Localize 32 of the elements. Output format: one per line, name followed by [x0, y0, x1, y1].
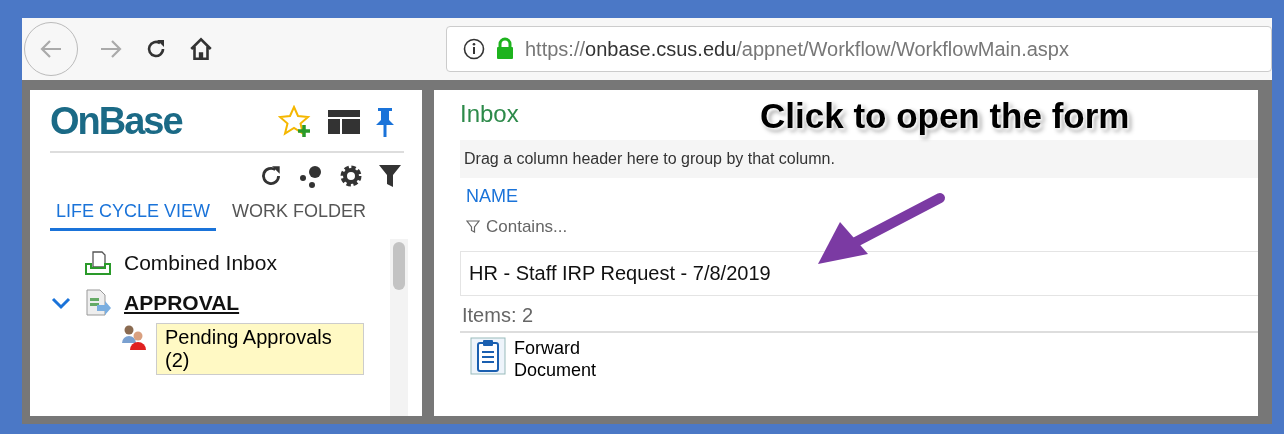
- scrollbar-thumb[interactable]: [393, 242, 405, 290]
- filter-field[interactable]: Contains...: [460, 211, 1258, 243]
- items-count: Items: 2: [461, 303, 535, 328]
- info-icon[interactable]: [463, 38, 485, 60]
- view-tab[interactable]: LIFE CYCLE VIEW: [50, 197, 217, 231]
- task-label[interactable]: Forward Document: [514, 337, 604, 381]
- filter-icon[interactable]: [378, 163, 402, 189]
- tree-item[interactable]: Combined Inbox: [124, 251, 277, 275]
- dots-icon[interactable]: [298, 163, 324, 189]
- group-hint: Drag a column header here to group by that column.: [460, 140, 1258, 178]
- inbox-icon: [84, 250, 112, 276]
- caret-icon[interactable]: [51, 296, 71, 310]
- layout-icon[interactable]: [328, 109, 360, 134]
- url-text: https://onbase.csus.edu/appnet/Workflow/WorkflowMain.aspx: [525, 37, 1069, 61]
- onbase-logo: OnBase: [50, 100, 182, 143]
- table-row[interactable]: HR - Staff IRP Request - 7/8/2019: [461, 252, 1258, 295]
- tree-item[interactable]: Pending Approvals (2): [156, 323, 364, 375]
- filter-icon: [466, 220, 480, 234]
- column-header[interactable]: NAME: [460, 178, 1258, 211]
- users-icon: [120, 323, 148, 351]
- address-bar[interactable]: https://onbase.csus.edu/appnet/Workflow/WorkflowMain.aspx: [446, 26, 1272, 72]
- tree-item[interactable]: APPROVAL: [124, 291, 240, 315]
- document-arrow-icon: [84, 289, 112, 317]
- home-icon[interactable]: [188, 36, 214, 62]
- clipboard-icon[interactable]: [470, 337, 506, 375]
- pin-icon[interactable]: [374, 105, 396, 138]
- annotation-text: Click to open the form: [760, 96, 1130, 136]
- view-tab[interactable]: WORK FOLDER: [226, 197, 373, 231]
- lock-icon: [495, 37, 515, 61]
- settings-icon[interactable]: [338, 163, 364, 189]
- inbox-title: Inbox: [460, 100, 519, 128]
- back-icon: [39, 39, 63, 59]
